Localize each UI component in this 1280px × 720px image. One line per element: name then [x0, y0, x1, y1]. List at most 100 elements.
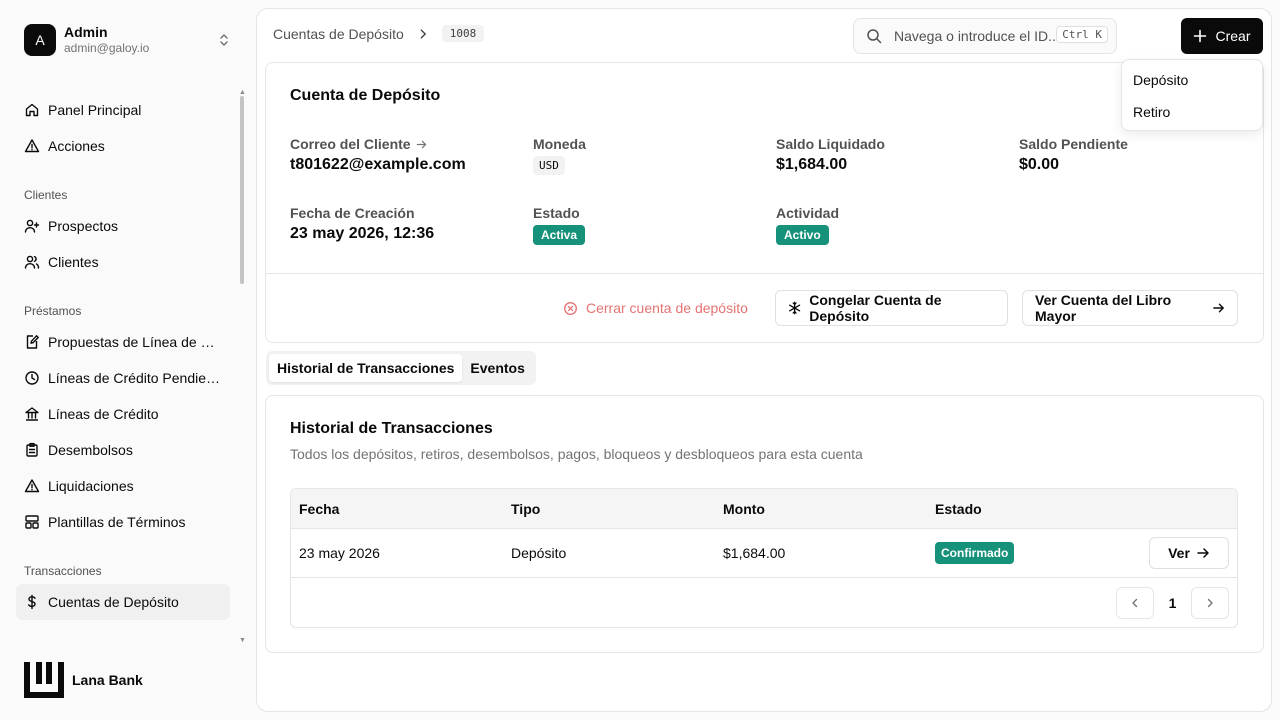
layout-template-icon: [25, 515, 39, 529]
dollar-icon: [28, 594, 36, 610]
chevron-right-icon: [1207, 598, 1213, 608]
chevrons-up-down-icon: [220, 34, 228, 46]
pending-balance-value: $0.00: [1019, 156, 1060, 173]
nav-group-title-clientes: Clientes: [24, 188, 68, 202]
customer-email-value: t801622@example.com: [290, 156, 466, 173]
column-header-fecha: Fecha: [299, 500, 340, 517]
lana-bank-logo-icon: [24, 662, 64, 698]
menu-item-retiro[interactable]: Retiro: [1126, 96, 1258, 128]
sidebar-item-panel-principal[interactable]: Panel Principal: [16, 92, 230, 128]
column-header-estado: Estado: [935, 500, 982, 517]
view-ledger-label: Ver Cuenta del Libro Mayor: [1035, 292, 1172, 324]
view-transaction-button[interactable]: Ver: [1149, 537, 1229, 569]
sidebar-item-label: Cuentas de Depósito: [48, 594, 179, 610]
pending-balance-label: Saldo Pendiente: [1019, 136, 1128, 152]
current-page[interactable]: 1: [1154, 595, 1191, 611]
breadcrumb-section[interactable]: Cuentas de Depósito: [273, 26, 404, 42]
brand: Lana Bank: [24, 662, 143, 698]
file-edit-icon: [26, 335, 39, 349]
sidebar-item-label: Plantillas de Términos: [48, 514, 186, 530]
create-button[interactable]: Crear: [1181, 18, 1263, 54]
field-activity: Actividad Activo: [776, 205, 839, 245]
transactions-table: Fecha Tipo Monto Estado 23 may 2026 Depó…: [290, 488, 1238, 628]
field-settled-balance: Saldo Liquidado $1,684.00: [776, 136, 885, 174]
user-name: Admin: [64, 24, 108, 41]
cell-date: 23 may 2026: [299, 545, 380, 561]
users-icon: [24, 255, 40, 269]
customer-email-label: Correo del Cliente: [290, 136, 411, 152]
sidebar-item-plantillas[interactable]: Plantillas de Términos: [16, 504, 230, 540]
field-pending-balance: Saldo Pendiente $0.00: [1019, 136, 1128, 174]
sidebar-item-label: Líneas de Crédito: [48, 406, 159, 422]
previous-page-button[interactable]: [1116, 587, 1154, 619]
search-shortcut: Ctrl K: [1056, 26, 1108, 43]
sidebar-item-label: Liquidaciones: [48, 478, 134, 494]
status-badge: Confirmado: [935, 542, 1015, 564]
view-ledger-button[interactable]: Ver Cuenta del Libro Mayor: [1022, 290, 1238, 326]
close-account-button[interactable]: Cerrar cuenta de depósito: [563, 290, 748, 326]
sidebar-item-acciones[interactable]: Acciones: [16, 128, 230, 164]
cell-status: Confirmado: [927, 542, 1139, 564]
topbar: Cuentas de Depósito 1008 Navega o introd…: [257, 9, 1271, 63]
sidebar-item-liquidaciones[interactable]: Liquidaciones: [16, 468, 230, 504]
search-icon: [867, 29, 882, 44]
home-icon: [25, 103, 39, 117]
created-date-value: 23 may 2026, 12:36: [290, 225, 435, 242]
sidebar-item-label: Líneas de Crédito Pendient...: [48, 370, 224, 386]
status-badge: Activa: [533, 225, 586, 245]
created-date-label: Fecha de Creación: [290, 205, 415, 221]
chevron-left-icon: [1132, 598, 1138, 608]
sidebar-item-desembolsos[interactable]: Desembolsos: [16, 432, 230, 468]
close-account-label: Cerrar cuenta de depósito: [586, 300, 748, 316]
settled-balance-value: $1,684.00: [776, 156, 848, 173]
currency-label: Moneda: [533, 136, 586, 152]
create-dropdown-menu: Depósito Retiro: [1121, 59, 1263, 131]
tab-historial[interactable]: Historial de Transacciones: [269, 354, 463, 382]
arrow-right-icon: [416, 140, 426, 148]
breadcrumb: Cuentas de Depósito 1008: [273, 25, 485, 42]
sidebar-item-propuestas[interactable]: Propuestas de Línea de Cr...: [16, 324, 230, 360]
nav-group-title-transacciones: Transacciones: [24, 564, 102, 578]
user-plus-icon: [24, 219, 40, 233]
divider: [266, 273, 1263, 274]
sidebar-item-clientes[interactable]: Clientes: [16, 244, 230, 280]
account-card-title: Cuenta de Depósito: [290, 87, 441, 104]
search-input[interactable]: Navega o introduce el ID... Ctrl K: [853, 18, 1117, 54]
sidebar-item-label: Panel Principal: [48, 102, 142, 118]
sidebar-item-lineas-pendientes[interactable]: Líneas de Crédito Pendient...: [16, 360, 230, 396]
field-status: Estado Activa: [533, 205, 586, 245]
sidebar-item-lineas-credito[interactable]: Líneas de Crédito: [16, 396, 230, 432]
tab-eventos[interactable]: Eventos: [462, 354, 532, 382]
sidebar-item-cuentas-deposito[interactable]: Cuentas de Depósito: [16, 584, 230, 620]
sidebar-item-label: Acciones: [48, 138, 105, 154]
cell-type: Depósito: [511, 545, 567, 561]
arrow-right-icon: [1213, 303, 1224, 313]
scroll-down-arrow[interactable]: ▼: [239, 637, 246, 644]
arrow-right-icon: [1197, 548, 1209, 558]
field-label[interactable]: Correo del Cliente: [290, 136, 466, 152]
view-button-label: Ver: [1168, 545, 1190, 561]
x-circle-icon: [564, 301, 577, 315]
clock-icon: [25, 371, 39, 385]
sidebar-item-prospectos[interactable]: Prospectos: [16, 208, 230, 244]
user-switcher[interactable]: A Admin admin@galoy.io: [16, 16, 240, 64]
pagination: 1: [1116, 587, 1229, 619]
breadcrumb-id: 1008: [441, 25, 485, 42]
menu-item-deposito[interactable]: Depósito: [1126, 64, 1258, 96]
user-info: Admin admin@galoy.io: [64, 24, 149, 55]
chevron-right-icon: [420, 28, 426, 39]
freeze-account-label: Congelar Cuenta de Depósito: [809, 292, 942, 324]
field-currency: Moneda USD: [533, 136, 586, 175]
sidebar-item-label: Propuestas de Línea de Cr...: [48, 334, 224, 350]
search-placeholder: Navega o introduce el ID...: [894, 28, 1060, 44]
next-page-button[interactable]: [1191, 587, 1229, 619]
field-created-date: Fecha de Creación 23 may 2026, 12:36: [290, 205, 434, 243]
user-email: admin@galoy.io: [64, 41, 150, 56]
sidebar: A Admin admin@galoy.io Panel Principal A…: [0, 0, 256, 720]
settled-balance-label: Saldo Liquidado: [776, 136, 885, 152]
currency-value: USD: [533, 156, 565, 175]
sidebar-scrollbar[interactable]: [240, 96, 244, 284]
account-details-card: Cuenta de Depósito Correo del Cliente t8…: [265, 62, 1264, 343]
sidebar-item-label: Clientes: [48, 254, 99, 270]
freeze-account-button[interactable]: Congelar Cuenta de Depósito: [775, 290, 1008, 326]
